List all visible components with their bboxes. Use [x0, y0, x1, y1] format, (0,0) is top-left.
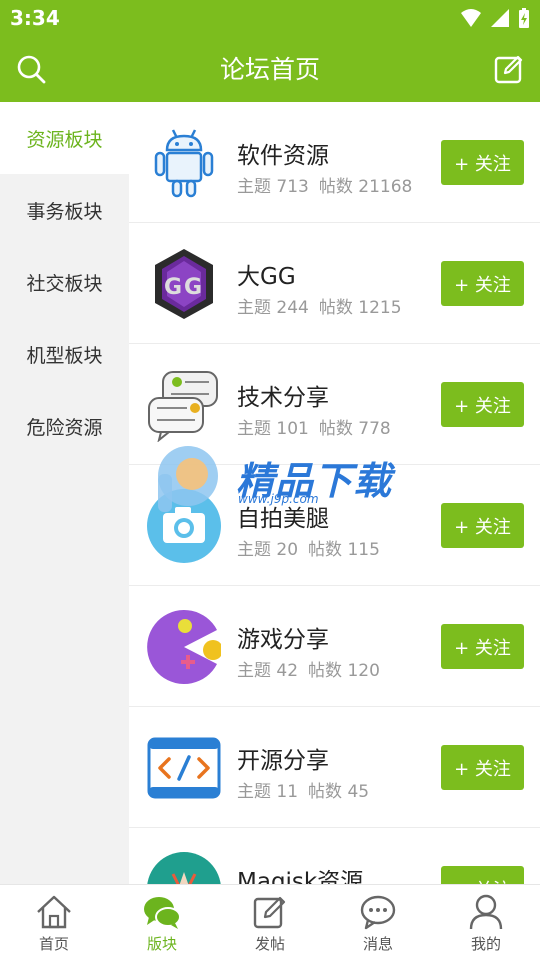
follow-button[interactable]: + 关注: [441, 382, 524, 427]
nav-profile[interactable]: 我的: [432, 885, 540, 960]
forum-row[interactable]: 游戏分享 主题 42 帖数 120 + 关注: [129, 586, 540, 707]
sidebar-item-resources[interactable]: 资源板块: [0, 102, 129, 174]
forum-name: Magisk资源: [237, 869, 364, 884]
forum-row[interactable]: 开源分享 主题 11 帖数 45 + 关注: [129, 707, 540, 828]
forum-row[interactable]: 软件资源 主题 713 帖数 21168 + 关注: [129, 102, 540, 223]
nav-label: 首页: [38, 935, 69, 953]
chat-bubbles-icon: [148, 371, 218, 442]
app-bar: 3:34 论坛首页: [0, 0, 540, 102]
follow-button[interactable]: + 关注: [441, 261, 524, 306]
battery-icon: [519, 8, 529, 28]
nav-home[interactable]: 首页: [0, 885, 108, 960]
status-icons: [460, 7, 530, 29]
status-bar: 3:34: [0, 0, 540, 36]
status-time: 3:34: [10, 6, 60, 30]
forum-name: 软件资源: [237, 143, 329, 169]
sidebar-item-affairs[interactable]: 事务板块: [0, 174, 129, 246]
follow-button[interactable]: + 关注: [441, 624, 524, 669]
follow-button[interactable]: + 关注: [441, 140, 524, 185]
forum-stats: 主题 20 帖数 115: [237, 540, 380, 560]
svg-text:G: G: [164, 275, 182, 300]
watermark-logo-icon: [158, 446, 218, 512]
nav-label: 消息: [362, 935, 393, 953]
sidebar-item-danger[interactable]: 危险资源: [0, 390, 129, 462]
forum-row[interactable]: Magisk资源 + 关注: [129, 828, 540, 884]
signal-icon: [491, 9, 509, 27]
watermark-url: www.j9p.com: [238, 492, 319, 506]
sidebar-item-social[interactable]: 社交板块: [0, 246, 129, 318]
edit-icon[interactable]: [492, 52, 526, 86]
nav-post[interactable]: 发帖: [216, 885, 324, 960]
message-icon: [360, 895, 396, 930]
wifi-icon: [461, 9, 481, 27]
follow-button[interactable]: + 关注: [441, 745, 524, 790]
forum-name: 游戏分享: [237, 627, 329, 653]
user-icon: [469, 894, 503, 930]
forum-stats: 主题 11 帖数 45: [237, 782, 370, 802]
sidebar-item-models[interactable]: 机型板块: [0, 318, 129, 390]
gg-logo-icon: G G: [155, 249, 213, 319]
magisk-icon: [147, 852, 221, 884]
forum-name: 技术分享: [237, 385, 329, 411]
follow-button[interactable]: + 关注: [441, 866, 524, 884]
nav-messages[interactable]: 消息: [324, 885, 432, 960]
watermark: 精品下载 www.j9p.com: [152, 444, 392, 514]
home-icon: [37, 895, 71, 929]
forum-name: 开源分享: [237, 748, 329, 774]
forum-stats: 主题 713 帖数 21168: [237, 177, 413, 197]
app-root: 3:34 论坛首页 资源板块 事务板块 社交板块 机型板块 危险资源 软件资源 …: [0, 0, 540, 960]
pacman-game-icon: [147, 610, 221, 684]
nav-label: 我的: [470, 935, 501, 953]
nav-label: 版块: [146, 935, 177, 953]
svg-text:G: G: [184, 275, 202, 300]
forum-stats: 主题 101 帖数 778: [237, 419, 391, 439]
nav-label: 发帖: [254, 935, 285, 953]
code-icon: [147, 737, 221, 799]
forum-stats: 主题 42 帖数 120: [237, 661, 380, 681]
header: 论坛首页: [0, 36, 540, 102]
bottom-nav: 首页 版块 发帖 消息 我的: [0, 884, 540, 960]
forum-stats: 主题 244 帖数 1215: [237, 298, 402, 318]
nav-boards[interactable]: 版块: [108, 885, 216, 960]
forum-name: 大GG: [237, 264, 296, 290]
compose-icon: [253, 896, 286, 929]
page-title: 论坛首页: [219, 55, 320, 84]
forum-row[interactable]: G G 大GG 主题 244 帖数 1215 + 关注: [129, 223, 540, 344]
chat-bubble-icon: [144, 897, 181, 929]
follow-button[interactable]: + 关注: [441, 503, 524, 548]
category-sidebar: 资源板块 事务板块 社交板块 机型板块 危险资源: [0, 102, 129, 884]
android-icon: [154, 129, 214, 198]
